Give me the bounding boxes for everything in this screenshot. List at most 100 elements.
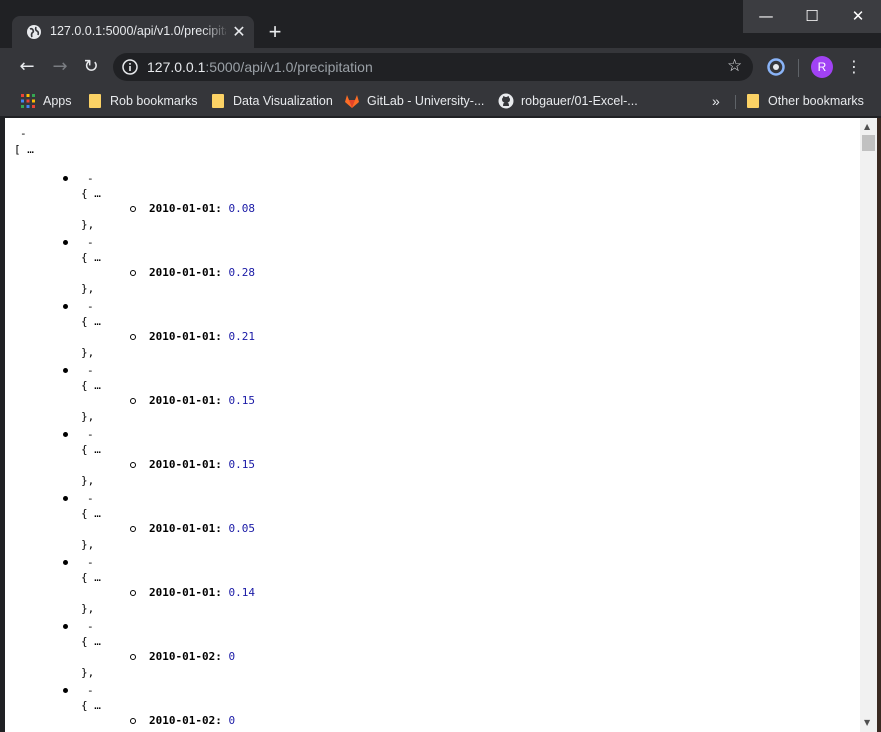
entry-precipitation-value: 0.14 bbox=[228, 586, 255, 599]
entry-collapse-toggle[interactable]: - bbox=[87, 684, 94, 697]
close-window-button[interactable]: ✕ bbox=[835, 0, 881, 33]
scroll-thumb[interactable] bbox=[862, 135, 875, 151]
list-bullet bbox=[63, 624, 68, 629]
entry-collapse-toggle[interactable]: - bbox=[87, 300, 94, 313]
entry-object-open[interactable]: { … bbox=[81, 699, 101, 712]
reload-button[interactable]: ↻ bbox=[78, 54, 104, 80]
entry-date-key: 2010-01-01 bbox=[149, 458, 216, 471]
entry-precipitation-value: 0.28 bbox=[228, 266, 255, 279]
entry-object-close: }, bbox=[81, 218, 95, 231]
list-bullet bbox=[63, 368, 68, 373]
entry-date-key: 2010-01-01 bbox=[149, 202, 216, 215]
bookmark-gitlab[interactable]: GitLab - University-... bbox=[344, 91, 484, 111]
scroll-up-arrow-icon[interactable]: ▲ bbox=[864, 122, 870, 131]
bookmark-label: GitLab - University-... bbox=[367, 94, 485, 108]
entry-date-key: 2010-01-01 bbox=[149, 586, 216, 599]
entry-object-close: }, bbox=[81, 602, 95, 615]
entry-object-open[interactable]: { … bbox=[81, 443, 101, 456]
bookmark-github-repo[interactable]: robgauer/01-Excel-... bbox=[498, 91, 638, 111]
entry-object-close: }, bbox=[81, 538, 95, 551]
entry-object-open[interactable]: { … bbox=[81, 187, 101, 200]
entry-precipitation-value: 0 bbox=[228, 650, 236, 663]
entry-row: 2010-01-01: 0.15 bbox=[149, 458, 255, 471]
page-content: - [ … - { … 2010-01-01: 0.08}, - { … 2010-01-… bbox=[5, 118, 860, 732]
sublist-bullet bbox=[130, 334, 136, 340]
bookmark-label: Rob bookmarks bbox=[110, 94, 198, 108]
new-tab-button[interactable]: + bbox=[263, 20, 287, 44]
sublist-bullet bbox=[130, 462, 136, 468]
sublist-bullet bbox=[130, 590, 136, 596]
url-host: 127.0.0.1 bbox=[147, 59, 206, 75]
forward-button[interactable]: → bbox=[47, 54, 73, 80]
entry-collapse-toggle[interactable]: - bbox=[87, 428, 94, 441]
entry-collapse-toggle[interactable]: - bbox=[87, 556, 94, 569]
entry-collapse-toggle[interactable]: - bbox=[87, 620, 94, 633]
entry-row: 2010-01-01: 0.05 bbox=[149, 522, 255, 535]
url-text[interactable]: 127.0.0.1:5000/api/v1.0/precipitation bbox=[147, 59, 373, 75]
list-bullet bbox=[63, 432, 68, 437]
entry-object-open[interactable]: { … bbox=[81, 315, 101, 328]
entry-collapse-toggle[interactable]: - bbox=[87, 492, 94, 505]
entry-object-close: }, bbox=[81, 346, 95, 359]
entry-collapse-toggle[interactable]: - bbox=[87, 364, 94, 377]
bookmark-label: robgauer/01-Excel-... bbox=[521, 94, 638, 108]
entry-date-key: 2010-01-01 bbox=[149, 522, 216, 535]
list-bullet bbox=[63, 240, 68, 245]
entry-object-open[interactable]: { … bbox=[81, 379, 101, 392]
bookmark-rob-bookmarks[interactable]: Rob bookmarks bbox=[87, 91, 199, 111]
folder-icon bbox=[87, 93, 103, 109]
entry-date-key: 2010-01-01 bbox=[149, 394, 216, 407]
list-bullet bbox=[63, 688, 68, 693]
address-bar[interactable]: 127.0.0.1:5000/api/v1.0/precipitation ☆ bbox=[113, 53, 753, 81]
list-bullet bbox=[63, 304, 68, 309]
entry-date-key: 2010-01-02 bbox=[149, 650, 216, 663]
entry-row: 2010-01-01: 0.14 bbox=[149, 586, 255, 599]
folder-icon bbox=[210, 93, 226, 109]
extension-icon[interactable] bbox=[767, 58, 785, 76]
url-path: :5000/api/v1.0/precipitation bbox=[205, 59, 373, 75]
info-icon[interactable] bbox=[122, 59, 138, 75]
entry-precipitation-value: 0.15 bbox=[228, 458, 255, 471]
entry-object-open[interactable]: { … bbox=[81, 635, 101, 648]
browser-window: 127.0.0.1:5000/api/v1.0/precipitation ✕ … bbox=[0, 0, 881, 732]
tab-close-icon[interactable]: ✕ bbox=[230, 23, 248, 41]
bookmark-data-visualization[interactable]: Data Visualization bbox=[210, 91, 334, 111]
sublist-bullet bbox=[130, 718, 136, 724]
entry-object-open[interactable]: { … bbox=[81, 507, 101, 520]
entry-object-close: }, bbox=[81, 666, 95, 679]
back-button[interactable]: ← bbox=[14, 54, 40, 80]
sublist-bullet bbox=[130, 270, 136, 276]
entry-object-close: }, bbox=[81, 410, 95, 423]
entry-collapse-toggle[interactable]: - bbox=[87, 236, 94, 249]
scroll-down-arrow-icon[interactable]: ▼ bbox=[864, 718, 870, 727]
entry-precipitation-value: 0.08 bbox=[228, 202, 255, 215]
menu-icon[interactable]: ⋮ bbox=[845, 57, 863, 77]
sublist-bullet bbox=[130, 206, 136, 212]
profile-avatar[interactable]: R bbox=[811, 56, 833, 78]
vertical-scrollbar[interactable]: ▲ ▼ bbox=[860, 118, 877, 732]
entry-row: 2010-01-02: 0 bbox=[149, 650, 236, 663]
root-collapse-toggle[interactable]: - bbox=[20, 127, 27, 140]
root-array-open[interactable]: [ … bbox=[14, 143, 34, 156]
list-bullet bbox=[63, 176, 68, 181]
tab-precipitation[interactable]: 127.0.0.1:5000/api/v1.0/precipitation ✕ bbox=[12, 16, 254, 48]
bookmarks-bar: Apps Rob bookmarks Data Visualization Gi… bbox=[0, 86, 881, 116]
entry-object-open[interactable]: { … bbox=[81, 571, 101, 584]
apps-grid-icon bbox=[21, 94, 35, 108]
entry-row: 2010-01-01: 0.15 bbox=[149, 394, 255, 407]
entry-row: 2010-01-01: 0.08 bbox=[149, 202, 255, 215]
bookmark-star-icon[interactable]: ☆ bbox=[727, 57, 745, 75]
entry-object-close: }, bbox=[81, 282, 95, 295]
entry-date-key: 2010-01-01 bbox=[149, 330, 216, 343]
entry-date-key: 2010-01-02 bbox=[149, 714, 216, 727]
entry-collapse-toggle[interactable]: - bbox=[87, 172, 94, 185]
bookmarks-overflow-button[interactable]: » bbox=[712, 91, 720, 111]
entry-precipitation-value: 0.05 bbox=[228, 522, 255, 535]
minimize-button[interactable]: — bbox=[743, 0, 789, 33]
bookmark-label: Data Visualization bbox=[233, 94, 333, 108]
toolbar: ← → ↻ 127.0.0.1:5000/api/v1.0/precipitat… bbox=[0, 48, 881, 86]
entry-object-open[interactable]: { … bbox=[81, 251, 101, 264]
bookmark-other[interactable]: Other bookmarks bbox=[745, 91, 875, 111]
maximize-button[interactable]: ☐ bbox=[789, 0, 835, 33]
bookmark-apps[interactable]: Apps bbox=[20, 91, 76, 111]
